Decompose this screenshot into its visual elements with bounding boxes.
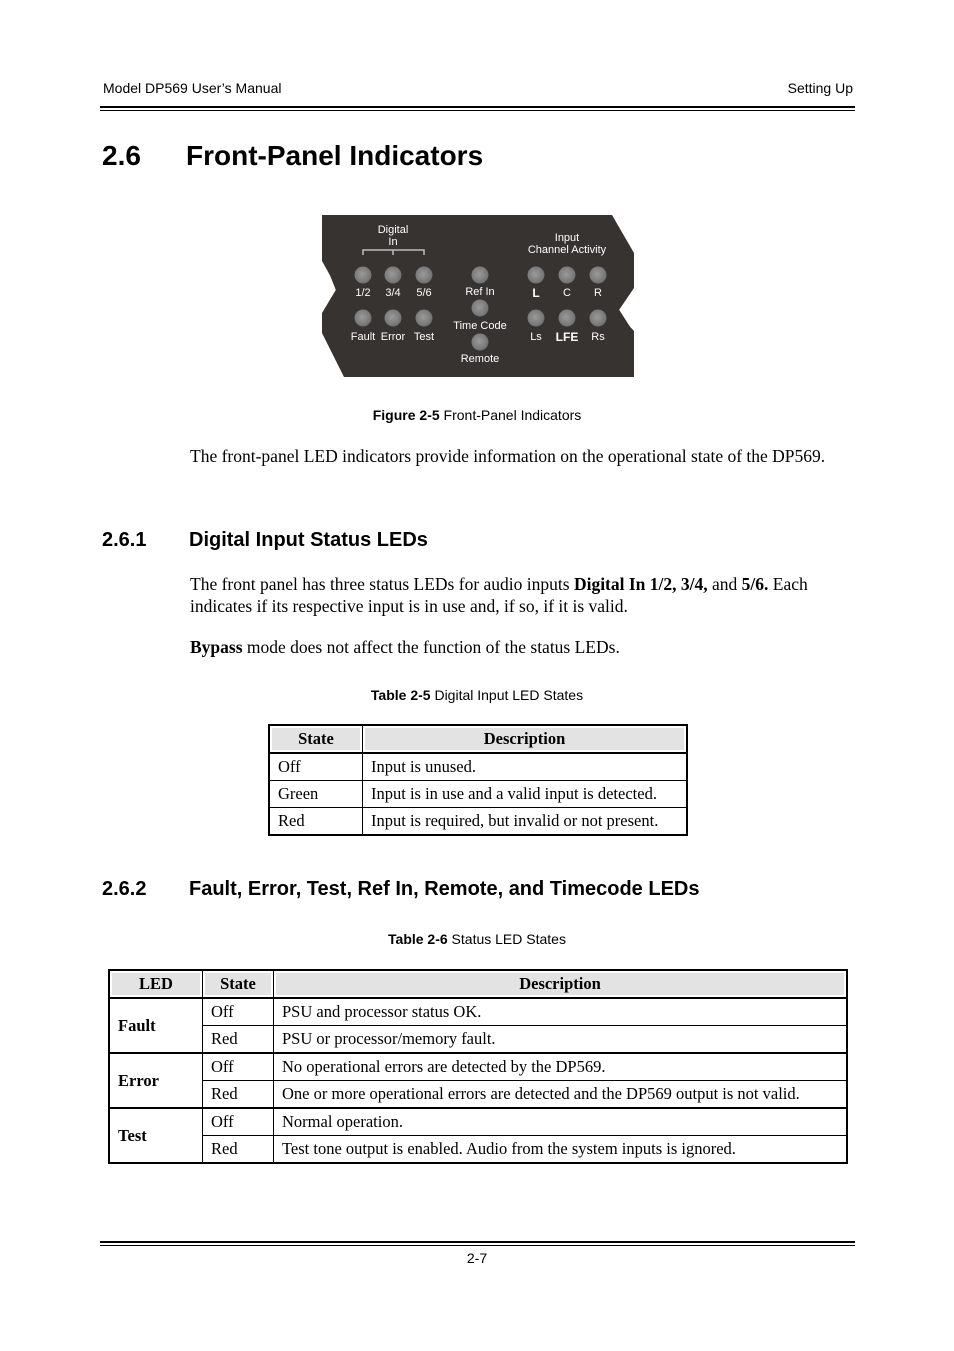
col-header-description: Description bbox=[362, 724, 688, 754]
label-ch-rs: Rs bbox=[591, 331, 605, 343]
table-row: Green Input is in use and a valid input … bbox=[268, 780, 688, 808]
label-time-code: Time Code bbox=[453, 320, 507, 332]
table-row: Red PSU or processor/memory fault. bbox=[109, 1025, 848, 1054]
led-digital-5-6 bbox=[415, 266, 433, 284]
led-ch-c bbox=[558, 266, 576, 284]
led-time-code bbox=[471, 299, 489, 317]
table-row: Red Input is required, but invalid or no… bbox=[268, 807, 688, 836]
led-fault bbox=[354, 309, 372, 327]
col-header-state: State bbox=[202, 969, 274, 999]
label-ch-ls: Ls bbox=[530, 331, 542, 343]
table-row: Off Input is unused. bbox=[268, 752, 688, 781]
chapter-title: Setting Up bbox=[787, 80, 853, 96]
label-5-6: 5/6 bbox=[416, 287, 432, 299]
table-row: Fault Off PSU and processor status OK. bbox=[108, 997, 848, 1054]
subsection-number: 2.6.1 bbox=[102, 529, 147, 551]
led-remote bbox=[471, 333, 489, 351]
table-2-6-caption: Table 2-6 Status LED States bbox=[388, 931, 566, 947]
table-row: Red Test tone output is enabled. Audio f… bbox=[109, 1135, 848, 1164]
page-number: 2-7 bbox=[466, 1250, 488, 1266]
subsection-number: 2.6.2 bbox=[102, 878, 147, 900]
subsection-title: Digital Input Status LEDs bbox=[189, 529, 428, 551]
led-error bbox=[384, 309, 402, 327]
section-title: Front-Panel Indicators bbox=[186, 140, 484, 171]
section-number: 2.6 bbox=[102, 140, 141, 171]
input-activity-title: Input Channel Activity bbox=[527, 232, 607, 256]
header-rule bbox=[100, 106, 855, 111]
subsection-title: Fault, Error, Test, Ref In, Remote, and … bbox=[189, 878, 700, 900]
front-panel-figure: Digital In Input Channel Activity 1/2 3/4 … bbox=[322, 213, 634, 377]
page-header: Model DP569 User’s Manual Setting Up bbox=[103, 80, 853, 100]
led-digital-3-4 bbox=[384, 266, 402, 284]
intro-paragraph: The front-panel LED indicators provide i… bbox=[190, 446, 826, 466]
table-row: Red One or more operational errors are d… bbox=[109, 1080, 848, 1109]
led-ch-ls bbox=[527, 309, 545, 327]
table-2-5-caption: Table 2-5 Digital Input LED States bbox=[370, 687, 584, 703]
footer-rule bbox=[100, 1241, 855, 1246]
subsection-heading-2-6-1: 2.6.1 Digital Input Status LEDs bbox=[102, 529, 428, 552]
label-fault: Fault bbox=[350, 331, 376, 343]
led-ch-r bbox=[589, 266, 607, 284]
label-ch-r: R bbox=[594, 287, 602, 299]
led-digital-1-2 bbox=[354, 266, 372, 284]
led-ch-lfe bbox=[558, 309, 576, 327]
digital-input-led-table: State Description Off Input is unused. G… bbox=[268, 724, 688, 836]
label-test: Test bbox=[413, 331, 435, 343]
col-header-description: Description bbox=[273, 969, 848, 999]
led-ref-in bbox=[471, 266, 489, 284]
label-ref-in: Ref In bbox=[465, 286, 495, 298]
figure-caption-text: Front-Panel Indicators bbox=[439, 407, 582, 423]
digital-in-title: Digital In bbox=[377, 224, 409, 248]
table-row: Error Off No operational errors are dete… bbox=[108, 1052, 848, 1109]
figure-caption-label: Figure 2-5 bbox=[372, 407, 440, 423]
col-header-led: LED bbox=[108, 969, 203, 999]
digital-input-paragraph: The front panel has three status LEDs fo… bbox=[190, 574, 808, 616]
led-ch-rs bbox=[589, 309, 607, 327]
led-ch-l bbox=[527, 266, 545, 284]
subsection-heading-2-6-2: 2.6.2 Fault, Error, Test, Ref In, Remote,… bbox=[102, 878, 699, 901]
col-header-state: State bbox=[268, 724, 363, 754]
label-remote: Remote bbox=[460, 353, 500, 365]
label-ch-lfe: LFE bbox=[555, 330, 579, 344]
led-test bbox=[415, 309, 433, 327]
label-ch-c: C bbox=[563, 287, 571, 299]
status-led-table: LED State Description Fault Off PSU and … bbox=[108, 969, 848, 1164]
bypass-paragraph: Bypass mode does not affect the function… bbox=[190, 637, 620, 657]
table-row: Test Off Normal operation. bbox=[108, 1107, 848, 1164]
manual-title: Model DP569 User’s Manual bbox=[103, 80, 282, 96]
figure-caption: Figure 2-5 Front-Panel Indicators bbox=[0, 407, 954, 423]
label-ch-l: L bbox=[532, 286, 540, 300]
label-1-2: 1/2 bbox=[355, 287, 371, 299]
section-heading: 2.6 Front-Panel Indicators bbox=[102, 140, 483, 172]
label-3-4: 3/4 bbox=[385, 287, 401, 299]
label-error: Error bbox=[380, 331, 406, 343]
